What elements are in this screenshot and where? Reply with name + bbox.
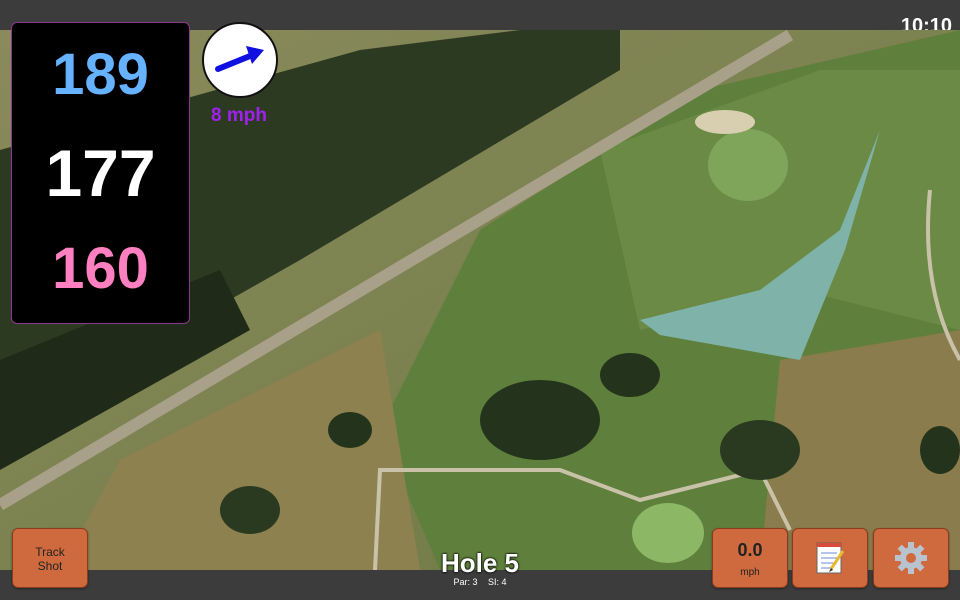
hole-info: Par: 3 SI: 4 <box>380 577 580 587</box>
wind-speed: 8 mph <box>211 105 267 126</box>
distance-middle: 177 <box>45 136 156 210</box>
distance-front: 160 <box>52 236 149 301</box>
wind-dial <box>202 22 278 98</box>
track-shot-label: Track Shot <box>13 545 87 573</box>
distance-back: 189 <box>52 42 149 107</box>
track-shot-line2: Shot <box>37 559 63 573</box>
yardage-panel: 189 177 160 <box>11 22 190 324</box>
track-shot-button[interactable]: Track Shot <box>12 528 88 588</box>
notes-button[interactable] <box>792 528 868 588</box>
speed-unit: mph <box>740 567 760 578</box>
speed-value: 0.0 <box>737 540 763 560</box>
notepad-icon <box>816 542 845 574</box>
wind-arrow-icon <box>215 46 264 72</box>
track-shot-line1: Track <box>35 545 65 559</box>
gear-icon <box>895 542 927 574</box>
hole-title: Hole 5 <box>440 548 520 578</box>
settings-button[interactable] <box>873 528 949 588</box>
hole-par: Par: 3 <box>453 577 478 587</box>
hole-si: SI: 4 <box>488 577 507 587</box>
speed-button[interactable]: 0.0 mph <box>712 528 788 588</box>
